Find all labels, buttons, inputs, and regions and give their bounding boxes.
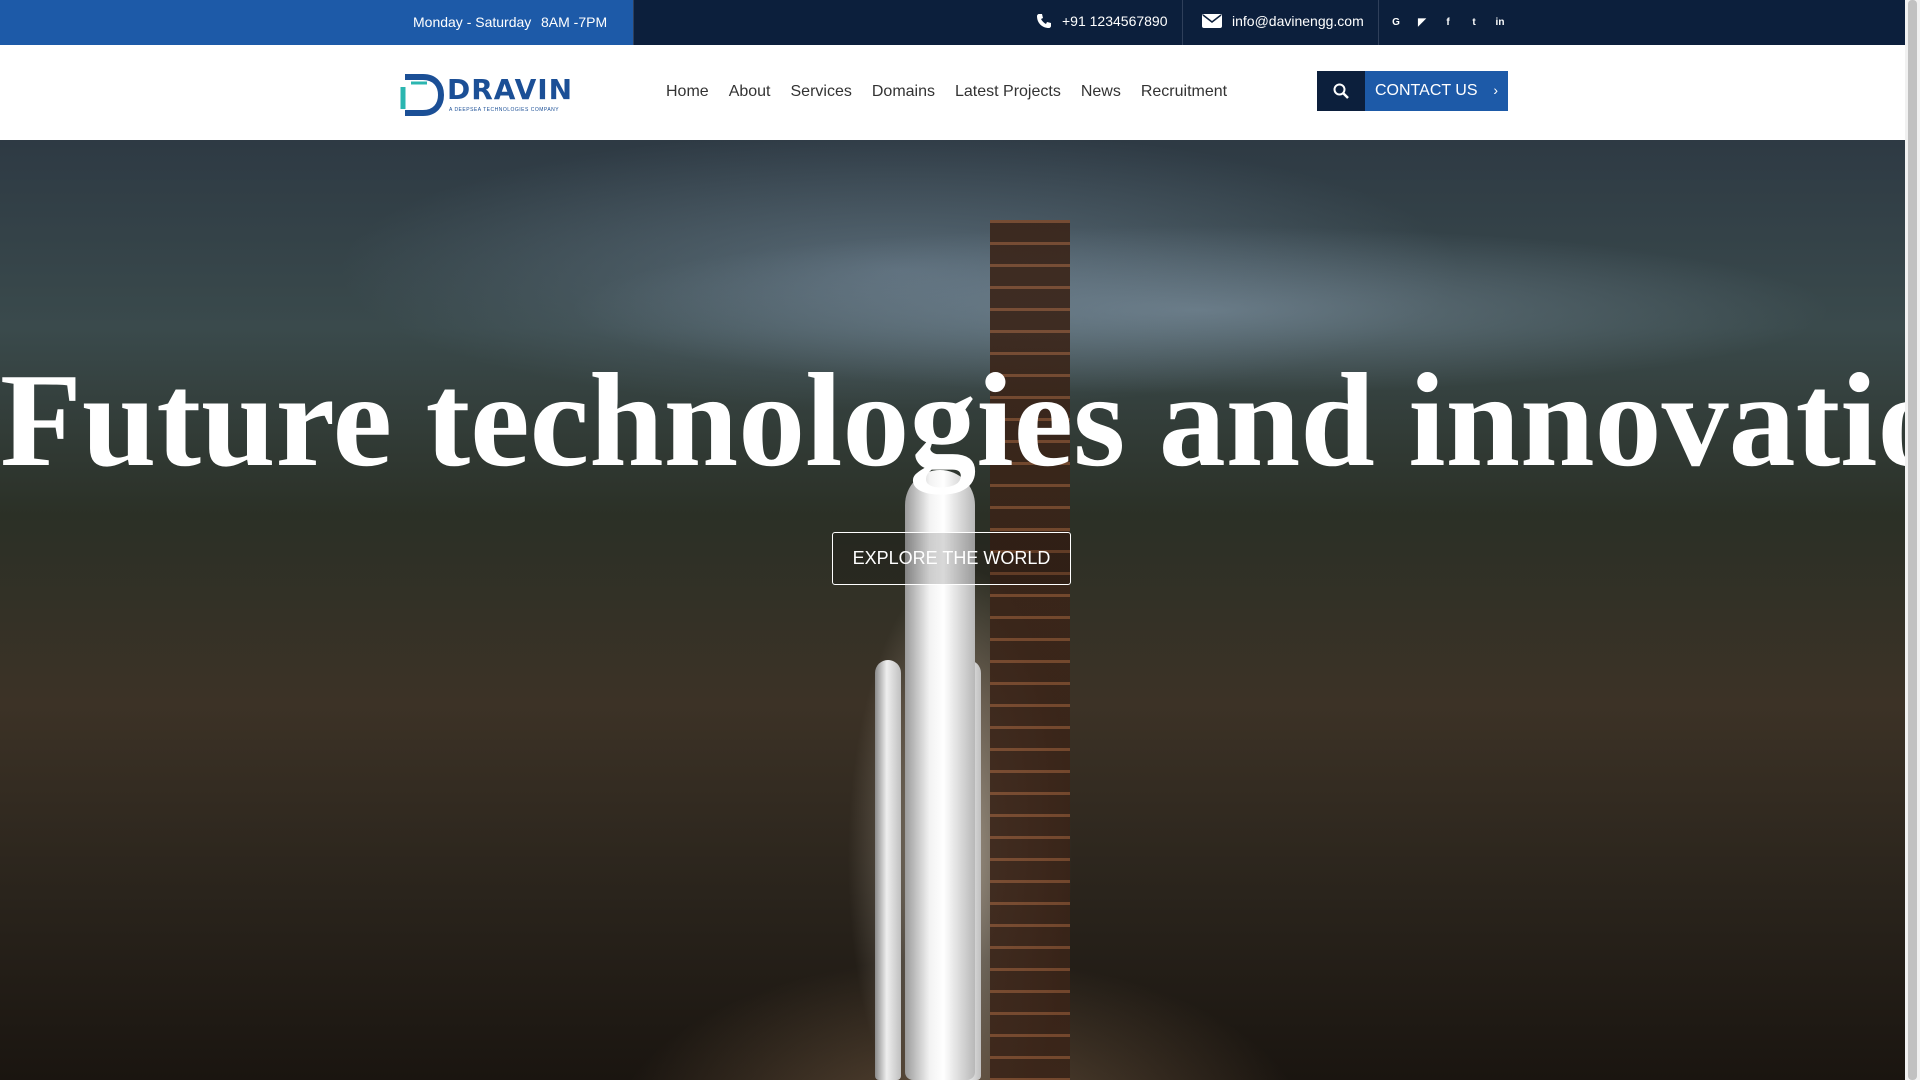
email-contact[interactable]: info@davinengg.com [1202, 13, 1364, 29]
linkedin-icon[interactable]: in [1492, 15, 1508, 31]
logo[interactable]: DRAVIN A DEEPSEA TECHNOLOGIES COMPANY [397, 67, 572, 119]
hero-banner: Future technologies and innovations EXPL… [0, 140, 1905, 1080]
business-time: 8AM -7PM [541, 14, 608, 30]
twitter-icon[interactable]: t [1466, 15, 1482, 31]
scrollbar[interactable] [1905, 0, 1920, 1080]
nav-item-news[interactable]: News [1081, 83, 1121, 101]
scrollbar-thumb[interactable] [1908, 0, 1917, 1080]
site-header: DRAVIN A DEEPSEA TECHNOLOGIES COMPANY Ho… [0, 45, 1905, 140]
social-links: G ◤ f t in [1388, 0, 1508, 45]
contact-us-button[interactable]: CONTACT US › [1365, 71, 1508, 111]
phone-icon [1037, 14, 1051, 28]
nav-item-recruitment[interactable]: Recruitment [1141, 83, 1227, 101]
google-icon[interactable]: G [1388, 15, 1404, 31]
nav-item-services[interactable]: Services [791, 83, 852, 101]
logo-tagline: A DEEPSEA TECHNOLOGIES COMPANY [449, 107, 560, 113]
divider [633, 0, 634, 45]
nav-item-home[interactable]: Home [666, 83, 709, 101]
search-button[interactable] [1317, 71, 1365, 111]
chevron-right-icon: › [1493, 82, 1498, 98]
logo-wordmark: DRAVIN [447, 73, 574, 106]
divider [1378, 0, 1379, 45]
contact-us-label: CONTACT US [1375, 82, 1478, 99]
business-hours: Monday - Saturday 8AM -7PM [0, 0, 633, 45]
explore-button[interactable]: EXPLORE THE WORLD [832, 532, 1071, 585]
rss-icon[interactable]: ◤ [1414, 15, 1430, 31]
main-nav: Home About Services Domains Latest Projects N… [666, 83, 1227, 101]
phone-number[interactable]: +91 1234567890 [1062, 13, 1168, 29]
envelope-icon [1202, 14, 1222, 28]
nav-item-latest-projects[interactable]: Latest Projects [955, 83, 1061, 101]
facebook-icon[interactable]: f [1440, 15, 1456, 31]
top-bar: Monday - Saturday 8AM -7PM +91 123456789… [0, 0, 1905, 45]
nav-item-domains[interactable]: Domains [872, 83, 935, 101]
divider [1182, 0, 1183, 45]
email-address[interactable]: info@davinengg.com [1232, 13, 1364, 29]
logo-mark-icon [400, 74, 445, 116]
business-days: Monday - Saturday [413, 14, 532, 30]
search-icon [1333, 83, 1349, 99]
phone-contact[interactable]: +91 1234567890 [1036, 13, 1168, 29]
nav-item-about[interactable]: About [729, 83, 771, 101]
hero-title: Future technologies and innovations [0, 346, 1905, 494]
rocket-booster-image [875, 660, 901, 1080]
